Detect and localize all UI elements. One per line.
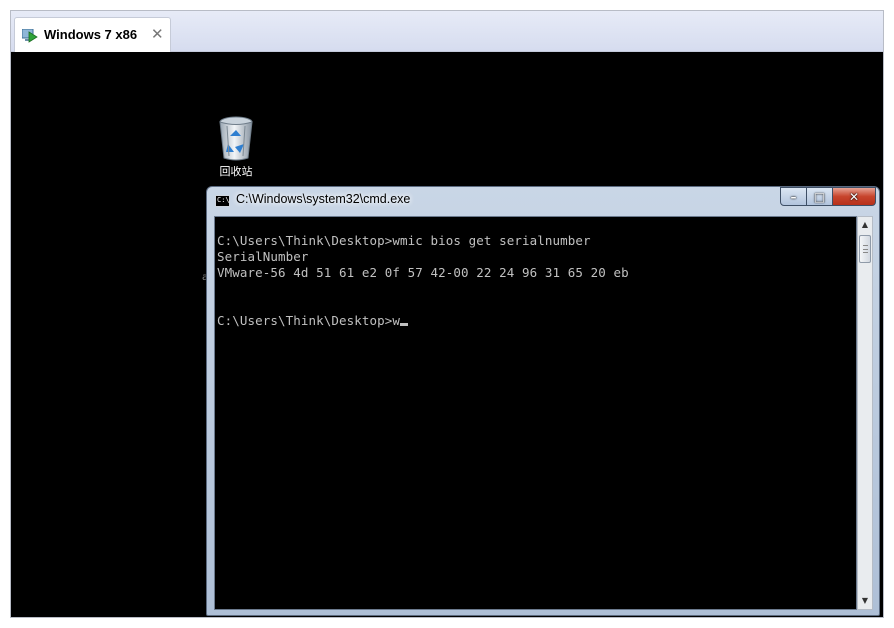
vmware-host-window: Windows 7 x86 ✕ 回收站 C:\ C:\Windows\syste… xyxy=(10,10,884,618)
close-button[interactable]: ✕ xyxy=(832,187,876,206)
guest-desktop: 回收站 a C:\ C:\Windows\system32\cmd.exe – … xyxy=(11,52,883,617)
console-prompt-text: C:\Users\Think\Desktop>w xyxy=(217,313,401,328)
vm-tab-strip: Windows 7 x86 ✕ xyxy=(11,11,883,53)
vm-tab-windows7[interactable]: Windows 7 x86 ✕ xyxy=(14,17,171,53)
console-output[interactable]: C:\Users\Think\Desktop>wmic bios get ser… xyxy=(214,216,857,610)
recycle-bin-label: 回收站 xyxy=(219,166,253,178)
text-cursor xyxy=(400,323,409,326)
console-line: SerialNumber xyxy=(217,249,309,264)
console-prompt-line[interactable]: C:\Users\Think\Desktop>w xyxy=(217,313,409,329)
cmd-icon-text: C:\ xyxy=(217,196,230,204)
grip-icon xyxy=(863,245,868,253)
cmd-titlebar[interactable]: C:\ C:\Windows\system32\cmd.exe – □ ✕ xyxy=(207,187,879,216)
vertical-scrollbar[interactable]: ▲ ▼ xyxy=(857,216,873,610)
close-icon: ✕ xyxy=(848,189,860,204)
tab-close-icon[interactable]: ✕ xyxy=(151,26,164,42)
minimize-button[interactable]: – xyxy=(780,187,807,206)
vm-tab-title: Windows 7 x86 xyxy=(44,27,138,42)
recycle-bin-shortcut[interactable]: 回收站 xyxy=(206,114,266,184)
cmd-window-title: C:\Windows\system32\cmd.exe xyxy=(236,192,411,206)
scroll-up-icon[interactable]: ▲ xyxy=(858,217,872,233)
maximize-button[interactable]: □ xyxy=(806,187,833,206)
cmd-window[interactable]: C:\ C:\Windows\system32\cmd.exe – □ ✕ C:… xyxy=(206,186,880,616)
scroll-down-icon[interactable]: ▼ xyxy=(858,593,872,609)
vm-running-icon xyxy=(22,29,38,43)
console-line: C:\Users\Think\Desktop>wmic bios get ser… xyxy=(217,233,591,248)
scroll-thumb[interactable] xyxy=(859,235,871,263)
minimize-icon: – xyxy=(790,189,797,204)
maximize-icon: □ xyxy=(813,189,826,204)
recycle-bin-icon xyxy=(219,116,253,161)
cmd-app-icon[interactable]: C:\ xyxy=(215,195,230,207)
console-line: VMware-56 4d 51 61 e2 0f 57 42-00 22 24 … xyxy=(217,265,629,280)
